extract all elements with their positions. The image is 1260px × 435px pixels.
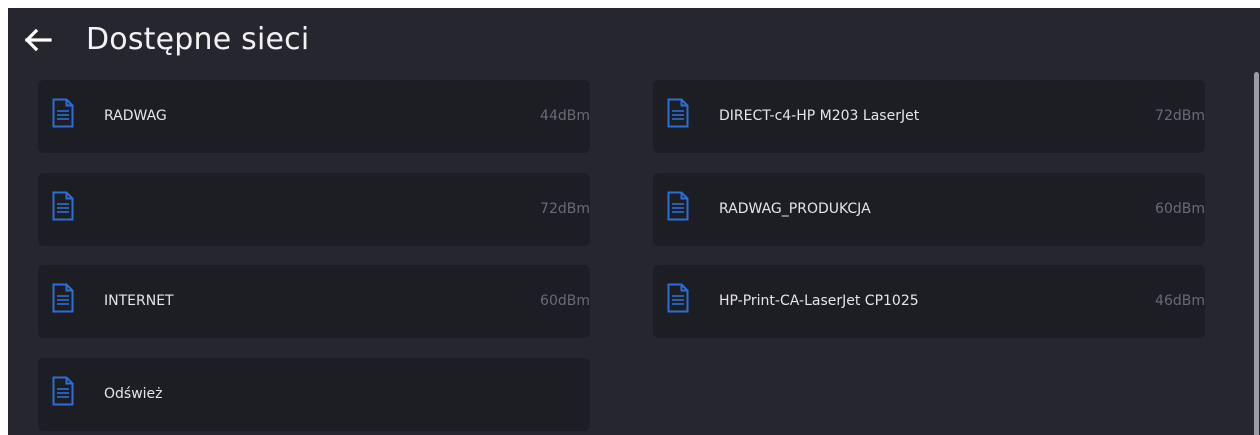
page-title: Dostępne sieci	[86, 22, 310, 57]
network-name: DIRECT-c4-HP M203 LaserJet	[719, 108, 920, 124]
document-icon	[52, 283, 74, 313]
network-signal: 72dBm	[540, 201, 590, 217]
network-item[interactable]: RADWAG_PRODUKCJA 60dBm	[653, 173, 1205, 246]
refresh-label: Odśwież	[104, 386, 163, 402]
document-icon	[667, 98, 689, 128]
network-signal: 46dBm	[1155, 293, 1205, 309]
document-icon	[667, 283, 689, 313]
network-name: INTERNET	[104, 293, 174, 309]
scrollbar[interactable]	[1254, 72, 1259, 435]
network-name: HP-Print-CA-LaserJet CP1025	[719, 293, 919, 309]
back-arrow-icon[interactable]	[20, 22, 56, 58]
document-icon	[52, 376, 74, 406]
network-signal: 72dBm	[1155, 108, 1205, 124]
document-icon	[667, 191, 689, 221]
network-item[interactable]: INTERNET 60dBm	[38, 265, 590, 338]
document-icon	[52, 191, 74, 221]
available-networks-screen: Dostępne sieci RADWAG 44dBm DIRECT-c4-HP…	[8, 8, 1260, 435]
header: Dostępne sieci	[8, 8, 1260, 78]
network-signal: 44dBm	[540, 108, 590, 124]
document-icon	[52, 98, 74, 128]
network-signal: 60dBm	[1155, 201, 1205, 217]
network-name: RADWAG_PRODUKCJA	[719, 201, 871, 217]
network-item[interactable]: RADWAG 44dBm	[38, 80, 590, 153]
network-signal: 60dBm	[540, 293, 590, 309]
refresh-button[interactable]: Odśwież	[38, 358, 590, 431]
network-item[interactable]: DIRECT-c4-HP M203 LaserJet 72dBm	[653, 80, 1205, 153]
network-item[interactable]: 72dBm	[38, 173, 590, 246]
network-name: RADWAG	[104, 108, 167, 124]
network-item[interactable]: HP-Print-CA-LaserJet CP1025 46dBm	[653, 265, 1205, 338]
